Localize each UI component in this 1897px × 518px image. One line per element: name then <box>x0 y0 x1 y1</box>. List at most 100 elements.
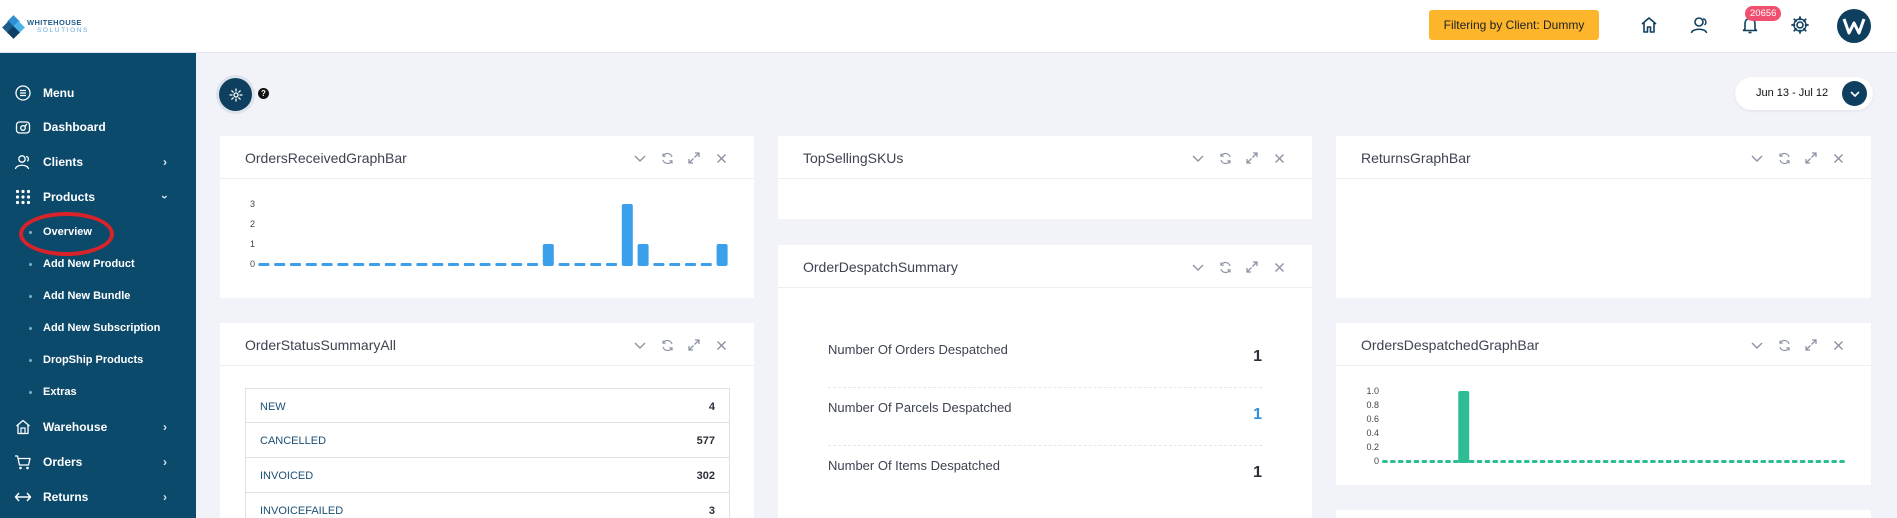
y-tick-label: 1 <box>250 239 255 249</box>
expand-icon[interactable] <box>1802 151 1820 165</box>
sidebar-item-label: Returns <box>43 490 89 504</box>
warehouse-icon <box>14 418 32 436</box>
stat-label-parcels-despatched: Number Of Parcels Despatched <box>828 400 1012 415</box>
refresh-icon[interactable] <box>658 338 676 352</box>
card-tools <box>1748 338 1847 352</box>
close-icon[interactable] <box>1270 151 1288 165</box>
sidebar-subitem-label: DropShip Products <box>43 354 144 366</box>
chart-bar-zero <box>1563 460 1569 463</box>
collapse-chevron-icon[interactable] <box>1189 260 1207 274</box>
chart-bar[interactable] <box>621 204 633 266</box>
close-icon[interactable] <box>712 338 730 352</box>
table-row[interactable]: INVOICED 302 <box>245 458 730 493</box>
card-tools <box>1748 151 1847 165</box>
card-header: OrderDespatchSummary <box>778 245 1312 288</box>
sidebar: Menu Dashboard Clients › Products › Over… <box>0 53 196 518</box>
chart-bar-zero <box>1744 460 1751 463</box>
avatar-logo-icon[interactable] <box>1837 9 1871 43</box>
chart-bar-zero <box>305 263 317 266</box>
expand-icon[interactable] <box>1243 151 1261 165</box>
sidebar-item-label: Orders <box>43 455 83 469</box>
table-row[interactable]: INVOICEFAILED 3 <box>245 493 730 518</box>
help-icon[interactable]: ? <box>258 88 269 99</box>
sidebar-subitem-label: Add New Bundle <box>43 290 131 302</box>
bullet-icon <box>29 390 32 394</box>
collapse-chevron-icon[interactable] <box>631 151 649 165</box>
table-row[interactable]: CANCELLED 577 <box>245 423 730 458</box>
chart-bar-zero <box>1823 460 1830 463</box>
sidebar-item-menu[interactable]: Menu <box>0 77 196 109</box>
status-name: NEW <box>260 401 286 413</box>
sidebar-item-clients[interactable]: Clients › <box>0 146 196 178</box>
chart-bar-zero <box>1634 460 1640 463</box>
y-tick-label: 0.8 <box>1366 400 1379 410</box>
client-filter-button[interactable]: Filtering by Client: Dummy <box>1429 10 1599 40</box>
users-icon[interactable] <box>1688 13 1712 37</box>
refresh-icon[interactable] <box>1216 260 1234 274</box>
chart-bar-zero <box>1610 460 1617 463</box>
chart-bar-zero <box>1492 460 1499 463</box>
sidebar-item-label: Warehouse <box>43 420 108 434</box>
sidebar-item-orders[interactable]: Orders › <box>0 446 196 478</box>
sidebar-subitem-extras[interactable]: Extras <box>0 379 196 405</box>
order-status-summary-card: OrderStatusSummaryAll NEW 4 CANCELLED 57… <box>220 323 754 518</box>
expand-icon[interactable] <box>685 151 703 165</box>
logo[interactable]: WHITEHOUSE SOLUTIONS <box>2 12 96 42</box>
expand-icon[interactable] <box>685 338 703 352</box>
logo-text: WHITEHOUSE SOLUTIONS <box>27 19 89 35</box>
chart-bar-zero <box>495 263 507 266</box>
close-icon[interactable] <box>1829 338 1847 352</box>
dashboard-settings-button[interactable] <box>219 78 252 111</box>
refresh-icon[interactable] <box>1775 338 1793 352</box>
date-range-picker[interactable]: Jun 13 - Jul 12 <box>1735 77 1873 110</box>
chart-bar-zero <box>1524 460 1530 463</box>
status-table: NEW 4 CANCELLED 577 INVOICED 302 INVOICE… <box>245 388 730 518</box>
gear-icon[interactable] <box>1788 13 1812 37</box>
chart-bar-zero <box>1665 460 1672 463</box>
chart-bar[interactable] <box>716 244 728 266</box>
refresh-icon[interactable] <box>1775 151 1793 165</box>
menu-icon <box>14 84 32 102</box>
sidebar-item-label: Dashboard <box>43 120 106 134</box>
refresh-icon[interactable] <box>658 151 676 165</box>
refresh-icon[interactable] <box>1216 151 1234 165</box>
card-tools <box>631 338 730 352</box>
chart-bar-zero <box>526 263 539 266</box>
collapse-chevron-icon[interactable] <box>1189 151 1207 165</box>
chevron-right-icon: › <box>163 490 167 504</box>
chart-bar-zero <box>447 263 460 266</box>
chart-bar[interactable] <box>637 244 649 266</box>
chart-bar-zero <box>274 263 286 266</box>
chart-bar[interactable] <box>542 244 554 266</box>
divider <box>828 387 1262 388</box>
collapse-chevron-icon[interactable] <box>631 338 649 352</box>
chart-bar-zero <box>1421 460 1428 463</box>
sidebar-subitem-dropship-products[interactable]: DropShip Products <box>0 347 196 373</box>
chart-bar-zero <box>1594 460 1601 463</box>
collapse-chevron-icon[interactable] <box>1748 338 1766 352</box>
expand-icon[interactable] <box>1802 338 1820 352</box>
close-icon[interactable] <box>712 151 730 165</box>
sidebar-item-warehouse[interactable]: Warehouse › <box>0 411 196 443</box>
sidebar-subitem-add-new-bundle[interactable]: Add New Bundle <box>0 283 196 309</box>
close-icon[interactable] <box>1829 151 1847 165</box>
sidebar-subitem-add-new-product[interactable]: Add New Product <box>0 251 196 277</box>
status-name: INVOICEFAILED <box>260 505 344 517</box>
chart-bar[interactable] <box>1458 391 1470 463</box>
y-tick-label: 3 <box>250 199 255 209</box>
chart-bar-zero <box>1382 460 1388 463</box>
collapse-chevron-icon[interactable] <box>1748 151 1766 165</box>
stat-value-parcels-despatched[interactable]: 1 <box>1253 406 1262 424</box>
home-icon[interactable] <box>1637 13 1661 37</box>
card-tools <box>1189 260 1288 274</box>
close-icon[interactable] <box>1270 260 1288 274</box>
grid-icon <box>14 188 32 206</box>
chevron-right-icon: › <box>163 420 167 434</box>
sidebar-item-products[interactable]: Products › <box>0 181 196 213</box>
sidebar-item-dashboard[interactable]: Dashboard <box>0 111 196 143</box>
chevron-down-icon[interactable] <box>1842 81 1867 106</box>
sidebar-item-returns[interactable]: Returns › <box>0 481 196 513</box>
table-row[interactable]: NEW 4 <box>245 388 730 423</box>
expand-icon[interactable] <box>1243 260 1261 274</box>
sidebar-subitem-add-new-subscription[interactable]: Add New Subscription <box>0 315 196 341</box>
